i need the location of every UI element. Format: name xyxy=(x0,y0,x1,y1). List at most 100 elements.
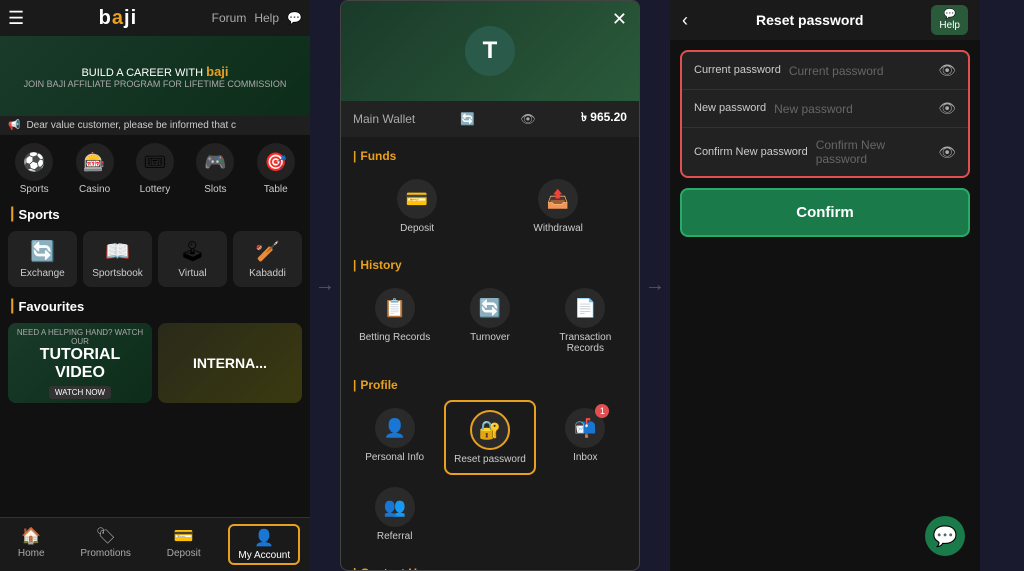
sports-exchange[interactable]: 🔄 Exchange xyxy=(8,231,77,287)
funds-section: Funds 💳 Deposit 📤 Withdrawal xyxy=(341,145,639,246)
betting-records-icon: 📋 xyxy=(375,288,415,328)
current-password-placeholder[interactable]: Current password xyxy=(789,64,930,78)
sports-grid: 🔄 Exchange 📖 Sportsbook 🕹 Virtual 🏏 Kaba… xyxy=(0,227,310,291)
turnover-icon: 🔄 xyxy=(470,288,510,328)
panel3-reset-password: ‹ Reset password 💬 Help Current password… xyxy=(670,0,980,571)
exchange-icon: 🔄 xyxy=(30,239,55,264)
help-button[interactable]: 💬 Help xyxy=(931,5,968,35)
wallet-amount: ৳ 965.20 xyxy=(581,109,627,129)
header-icons: Forum Help 💬 xyxy=(212,11,302,25)
deposit-icon: 💳 xyxy=(174,526,194,546)
confirm-password-placeholder[interactable]: Confirm New password xyxy=(816,138,931,166)
deposit-item[interactable]: 💳 Deposit xyxy=(393,171,441,242)
bottom-nav-my-account[interactable]: 👤 My Account xyxy=(228,524,300,565)
profile-grid: 👤 Personal Info 🔐 Reset password 📬 1 Inb… xyxy=(341,396,639,554)
wallet-label: Main Wallet xyxy=(353,112,415,126)
nav-sports[interactable]: ⚽ Sports xyxy=(15,143,53,195)
chat-icon[interactable]: 💬 xyxy=(287,11,302,25)
kabaddi-icon: 🏏 xyxy=(255,239,280,264)
referral-icon: 👥 xyxy=(375,487,415,527)
current-password-label: Current password xyxy=(694,63,781,77)
close-button[interactable]: ✕ xyxy=(612,9,627,30)
help-chat-icon: 💬 xyxy=(943,9,955,20)
new-password-placeholder[interactable]: New password xyxy=(774,102,930,116)
fav-international-card[interactable]: INTERNA... xyxy=(158,323,302,403)
sports-sportsbook[interactable]: 📖 Sportsbook xyxy=(83,231,152,287)
confirm-password-field: Confirm New password Confirm New passwor… xyxy=(682,128,968,176)
profile-section: Profile 👤 Personal Info 🔐 Reset password… xyxy=(341,374,639,554)
contact-section-title: Contact Us xyxy=(341,562,639,571)
nav-lottery[interactable]: 🎟 Lottery xyxy=(136,143,174,195)
ticker-message: Dear value customer, please be informed … xyxy=(26,120,236,131)
confirm-password-label: Confirm New password xyxy=(694,145,808,159)
personal-info-icon: 👤 xyxy=(375,408,415,448)
nav-slots[interactable]: 🎮 Slots xyxy=(196,143,234,195)
promotions-icon: 🏷 xyxy=(95,526,115,546)
bottom-nav-deposit[interactable]: 💳 Deposit xyxy=(159,524,209,565)
history-grid: 📋 Betting Records 🔄 Turnover 📄 Transacti… xyxy=(341,276,639,366)
avatar: T xyxy=(465,26,515,76)
new-password-label: New password xyxy=(694,101,766,115)
help-link[interactable]: Help xyxy=(254,11,279,25)
panel2-profile-header: ✕ T xyxy=(341,1,639,101)
inbox-item[interactable]: 📬 1 Inbox xyxy=(540,400,631,475)
chat-bubble-button[interactable]: 💬 xyxy=(925,516,965,556)
table-icon: 🎯 xyxy=(257,143,295,181)
funds-section-title: Funds xyxy=(341,145,639,167)
sports-section-title: Sports xyxy=(0,199,310,227)
confirm-button[interactable]: Confirm xyxy=(680,188,970,237)
withdrawal-icon: 📤 xyxy=(538,179,578,219)
new-password-field: New password New password 👁 xyxy=(682,90,968,128)
bottom-nav-home[interactable]: 🏠 Home xyxy=(10,524,53,565)
history-section-title: History xyxy=(341,254,639,276)
reset-password-item[interactable]: 🔐 Reset password xyxy=(444,400,535,475)
favourites-title: Favourites xyxy=(0,291,310,319)
bottom-nav-promotions[interactable]: 🏷 Promotions xyxy=(72,524,139,565)
banner-text: BUILD A CAREER WITH baji JOIN BAJI AFFIL… xyxy=(24,64,287,89)
withdrawal-item[interactable]: 📤 Withdrawal xyxy=(529,171,586,242)
page-title: Reset password xyxy=(756,12,863,28)
back-button[interactable]: ‹ xyxy=(682,10,688,31)
ticker-bar: 📢 Dear value customer, please be informe… xyxy=(0,116,310,135)
fav-tutorial-card[interactable]: NEED A HELPING HAND? WATCH OUR TUTORIAL … xyxy=(8,323,152,403)
deposit-icon: 💳 xyxy=(397,179,437,219)
nav-casino[interactable]: 🎰 Casino xyxy=(76,143,114,195)
referral-item[interactable]: 👥 Referral xyxy=(349,479,440,550)
eye-icon[interactable]: 👁 xyxy=(521,112,536,126)
casino-icon: 🎰 xyxy=(76,143,114,181)
personal-info-item[interactable]: 👤 Personal Info xyxy=(349,400,440,475)
turnover-item[interactable]: 🔄 Turnover xyxy=(444,280,535,362)
promo-banner: BUILD A CAREER WITH baji JOIN BAJI AFFIL… xyxy=(0,36,310,116)
sports-icon: ⚽ xyxy=(15,143,53,181)
announcement-icon: 📢 xyxy=(8,120,20,131)
my-account-icon: 👤 xyxy=(254,528,274,548)
history-section: History 📋 Betting Records 🔄 Turnover 📄 T… xyxy=(341,254,639,366)
bottom-navigation: 🏠 Home 🏷 Promotions 💳 Deposit 👤 My Accou… xyxy=(0,517,310,571)
panel3-header: ‹ Reset password 💬 Help xyxy=(670,0,980,40)
arrow-2: → xyxy=(640,0,670,571)
sports-kabaddi[interactable]: 🏏 Kabaddi xyxy=(233,231,302,287)
betting-records-item[interactable]: 📋 Betting Records xyxy=(349,280,440,362)
transaction-records-item[interactable]: 📄 Transaction Records xyxy=(540,280,631,362)
watch-now-button[interactable]: WATCH NOW xyxy=(49,386,111,399)
current-password-field: Current password Current password 👁 xyxy=(682,52,968,90)
slots-icon: 🎮 xyxy=(196,143,234,181)
forum-link[interactable]: Forum xyxy=(212,11,247,25)
home-icon: 🏠 xyxy=(21,526,41,546)
reset-password-icon: 🔐 xyxy=(470,410,510,450)
panel1-header: ☰ baji Forum Help 💬 xyxy=(0,0,310,36)
virtual-icon: 🕹 xyxy=(180,239,205,264)
inbox-badge: 1 xyxy=(595,404,609,418)
current-password-eye-icon[interactable]: 👁 xyxy=(938,62,956,79)
sports-virtual[interactable]: 🕹 Virtual xyxy=(158,231,227,287)
sportsbook-icon: 📖 xyxy=(105,239,130,264)
refresh-icon[interactable]: 🔄 xyxy=(460,112,475,126)
panel2-profile-menu: ✕ T Main Wallet 🔄 👁 ৳ 965.20 Funds 💳 Dep… xyxy=(340,0,640,571)
new-password-eye-icon[interactable]: 👁 xyxy=(938,100,956,117)
chat-bubble-icon: 💬 xyxy=(933,524,958,549)
confirm-password-eye-icon[interactable]: 👁 xyxy=(938,144,956,161)
hamburger-icon[interactable]: ☰ xyxy=(8,8,24,29)
nav-table[interactable]: 🎯 Table xyxy=(257,143,295,195)
favourites-grid: NEED A HELPING HAND? WATCH OUR TUTORIAL … xyxy=(0,319,310,407)
password-form: Current password Current password 👁 New … xyxy=(680,50,970,178)
